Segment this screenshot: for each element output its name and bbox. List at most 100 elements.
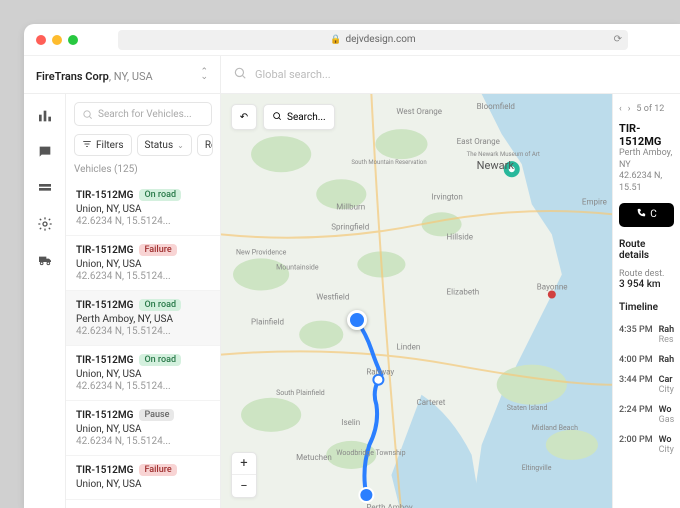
detail-vehicle-id: TIR-1512MG	[619, 122, 674, 148]
timeline-item: 4:00 PMRah	[619, 355, 674, 365]
org-selector[interactable]: FireTrans Corp, NY, USA ⌃⌄	[24, 56, 221, 93]
vehicle-search-box[interactable]	[74, 102, 212, 126]
svg-text:Elizabeth: Elizabeth	[447, 288, 480, 297]
status-dropdown[interactable]: Status ⌄	[137, 134, 192, 156]
status-badge: Failure	[139, 244, 176, 256]
status-badge: On road	[139, 299, 181, 311]
close-window-button[interactable]	[36, 35, 46, 45]
svg-text:Bayonne: Bayonne	[537, 282, 568, 291]
prev-vehicle-button[interactable]: ‹	[619, 104, 622, 114]
vehicle-location: Union, NY, USA	[76, 369, 210, 380]
svg-text:Plainfield: Plainfield	[251, 318, 284, 327]
svg-text:Irvington: Irvington	[432, 192, 463, 201]
map-undo-button[interactable]: ↶	[231, 104, 257, 130]
vehicle-coords: 42.6234 N, 15.5124...	[76, 216, 210, 227]
svg-text:Metuchen: Metuchen	[296, 453, 332, 462]
vehicle-list-item[interactable]: TIR-1512MGFailureUnion, NY, USA	[66, 456, 220, 500]
route-details-title: Route details	[619, 239, 674, 261]
vehicle-location: Union, NY, USA	[76, 259, 210, 270]
vehicle-id: TIR-1512MG	[76, 300, 133, 311]
status-badge: On road	[139, 189, 181, 201]
search-icon	[82, 105, 93, 124]
svg-text:Midland Beach: Midland Beach	[532, 423, 578, 432]
call-button[interactable]: C	[619, 203, 674, 227]
details-panel: ‹ › 5 of 12 TIR-1512MG Perth Amboy, NY 4…	[612, 94, 680, 508]
vehicle-location: Union, NY, USA	[76, 424, 210, 435]
svg-text:Linden: Linden	[396, 343, 420, 352]
url-bar[interactable]: 🔒 dejvdesign.com ⟳	[118, 30, 628, 50]
vehicle-location: Perth Amboy, NY, USA	[76, 314, 210, 325]
pager-text: 5 of 12	[636, 104, 664, 114]
vehicle-count: Vehicles (125)	[66, 164, 220, 181]
vehicle-list-item[interactable]: TIR-1512MGOn roadUnion, NY, USA42.6234 N…	[66, 346, 220, 401]
search-icon	[272, 111, 282, 124]
route-start-pin[interactable]	[347, 310, 367, 330]
svg-text:South Plainfield: South Plainfield	[276, 388, 325, 397]
timeline-item: 4:35 PMRahRes	[619, 325, 674, 345]
route-dest-label: Route dest.	[619, 269, 674, 279]
vehicle-coords: 42.6234 N, 15.5124...	[76, 381, 210, 392]
svg-text:Newark: Newark	[477, 159, 515, 172]
svg-text:Perth Amboy: Perth Amboy	[366, 503, 412, 508]
timeline-item: 2:24 PMWoGas	[619, 405, 674, 425]
svg-text:West Orange: West Orange	[396, 107, 442, 116]
nav-fleet-icon[interactable]	[37, 252, 53, 268]
svg-text:Westfield: Westfield	[316, 293, 349, 302]
selector-arrows-icon: ⌃⌄	[200, 70, 208, 80]
zoom-in-button[interactable]: +	[232, 453, 256, 475]
vehicle-list-item[interactable]: TIR-1512MG Failure Union, NY, USA42.6234 N…	[66, 236, 220, 291]
search-icon	[233, 66, 247, 83]
svg-text:Staten Island: Staten Island	[507, 403, 548, 412]
vehicle-list-item[interactable]: TIR-1512MGOn roadPerth Amboy, NY, USA42.…	[66, 291, 220, 346]
status-badge: Pause	[139, 409, 174, 421]
svg-text:Hillside: Hillside	[447, 232, 473, 241]
chevron-down-icon: ⌄	[177, 141, 184, 150]
vehicle-coords: 42.6234 N, 15.5124...	[76, 271, 210, 282]
svg-text:Rahway: Rahway	[366, 368, 394, 377]
nav-settings-icon[interactable]	[37, 216, 53, 232]
svg-text:The Newark Museum of Art: The Newark Museum of Art	[467, 151, 540, 158]
svg-text:East Orange: East Orange	[457, 137, 500, 146]
url-text: dejvdesign.com	[346, 34, 416, 45]
svg-text:Springfield: Springfield	[331, 222, 369, 231]
vehicle-id: TIR-1512MG	[76, 245, 133, 256]
zoom-out-button[interactable]: −	[232, 475, 256, 497]
nav-analytics-icon[interactable]	[37, 108, 53, 124]
org-name: FireTrans Corp	[36, 70, 109, 83]
map-canvas[interactable]: Newark Elizabeth Plainfield Bayonne Pert…	[221, 94, 612, 508]
map-search-button[interactable]: Search...	[263, 104, 335, 130]
vehicle-list: TIR-1512MGOn roadUnion, NY, USA42.6234 N…	[66, 181, 220, 508]
route-dest-value: 3 954 km	[619, 279, 674, 290]
vehicle-location: Union, NY, USA	[76, 479, 210, 490]
svg-text:Bloomfield: Bloomfield	[477, 102, 515, 111]
timeline-list: 4:35 PMRahRes4:00 PMRah3:44 PMCarCity2:2…	[619, 325, 674, 455]
org-location: , NY, USA	[109, 70, 153, 83]
next-vehicle-button[interactable]: ›	[628, 104, 631, 114]
svg-text:Empire: Empire	[582, 197, 607, 206]
vehicle-search-input[interactable]	[98, 109, 204, 120]
undo-icon: ↶	[240, 112, 248, 123]
timeline-item: 2:00 PMWoCity	[619, 435, 674, 455]
vehicle-id: TIR-1512MG	[76, 465, 133, 476]
maximize-window-button[interactable]	[68, 35, 78, 45]
svg-text:South Mountain Reservation: South Mountain Reservation	[351, 159, 426, 166]
filters-button[interactable]: Filters	[74, 134, 132, 156]
vehicle-location: Union, NY, USA	[76, 204, 210, 215]
svg-text:Millburn: Millburn	[336, 202, 365, 211]
nav-calendar-icon[interactable]	[37, 180, 53, 196]
vehicle-list-item[interactable]: TIR-1512MGPauseUnion, NY, USA42.6234 N, …	[66, 401, 220, 456]
nav-messages-icon[interactable]	[37, 144, 53, 160]
detail-location: Perth Amboy, NY	[619, 148, 674, 171]
region-dropdown[interactable]: Regio	[197, 134, 213, 156]
svg-text:New Providence: New Providence	[236, 247, 287, 256]
svg-text:Iselin: Iselin	[341, 418, 360, 427]
vehicle-id: TIR-1512MG	[76, 190, 133, 201]
nav-rail	[24, 94, 66, 508]
timeline-title: Timeline	[619, 302, 674, 313]
vehicle-list-item[interactable]: TIR-1512MG On road Union, NY, USA42.6234 N…	[66, 181, 220, 236]
global-search-input[interactable]	[255, 68, 668, 81]
phone-icon	[636, 208, 646, 221]
reload-icon[interactable]: ⟳	[614, 34, 622, 45]
minimize-window-button[interactable]	[52, 35, 62, 45]
lock-icon: 🔒	[330, 35, 341, 45]
